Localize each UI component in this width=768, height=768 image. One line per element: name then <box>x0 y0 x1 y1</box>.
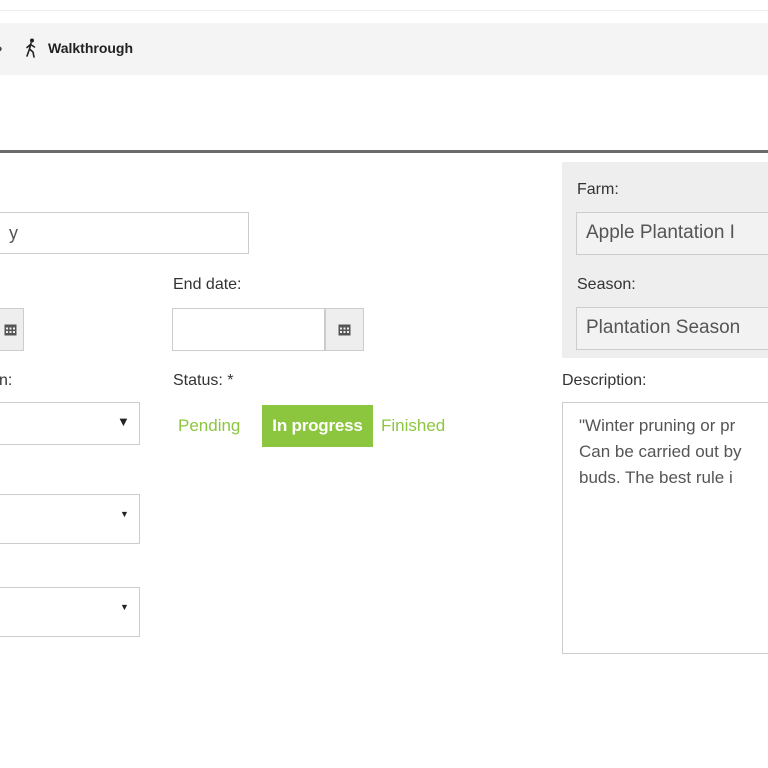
caret-down-icon: ▼ <box>120 602 129 612</box>
top-border <box>0 10 768 11</box>
farm-value: Apple Plantation I <box>586 222 735 243</box>
end-date-calendar-button[interactable] <box>325 308 364 351</box>
calendar-icon <box>338 324 351 336</box>
status-option-finished[interactable]: Finished <box>381 416 445 436</box>
walkthrough-label: Walkthrough <box>48 40 134 56</box>
walkthrough-button[interactable]: Walkthrough <box>24 38 133 58</box>
status-label: Status: * <box>173 372 234 389</box>
first-select[interactable]: ▼ <box>0 402 140 445</box>
status-option-in-progress-label: In progress <box>272 416 363 435</box>
farm-field[interactable]: Apple Plantation I <box>576 212 768 255</box>
name-input[interactable]: y <box>0 212 249 254</box>
section-divider <box>0 150 768 153</box>
end-date-input[interactable] <box>172 308 325 351</box>
end-date-label: End date: <box>173 276 242 293</box>
season-value: Plantation Season <box>586 317 741 338</box>
second-select[interactable]: ▼ <box>0 494 140 544</box>
circle-icon[interactable]: ● <box>0 43 3 55</box>
name-value: y <box>9 223 18 243</box>
caret-down-icon: ▼ <box>117 414 130 429</box>
start-date-calendar-button[interactable] <box>0 308 24 351</box>
description-label: Description: <box>562 372 647 389</box>
third-select[interactable]: ▼ <box>0 587 140 637</box>
caret-down-icon: ▼ <box>120 509 129 519</box>
farm-label: Farm: <box>577 181 619 198</box>
walking-person-icon <box>26 38 36 58</box>
calendar-icon <box>4 324 17 336</box>
season-field[interactable]: Plantation Season <box>576 307 768 350</box>
status-option-in-progress[interactable]: In progress <box>262 405 373 447</box>
description-textarea[interactable]: "Winter pruning or pr Can be carried out… <box>562 402 768 654</box>
season-label: Season: <box>577 276 636 293</box>
partial-field-label: n: <box>0 372 13 389</box>
status-option-pending[interactable]: Pending <box>178 416 240 436</box>
toolbar: ● Walkthrough <box>0 23 768 75</box>
